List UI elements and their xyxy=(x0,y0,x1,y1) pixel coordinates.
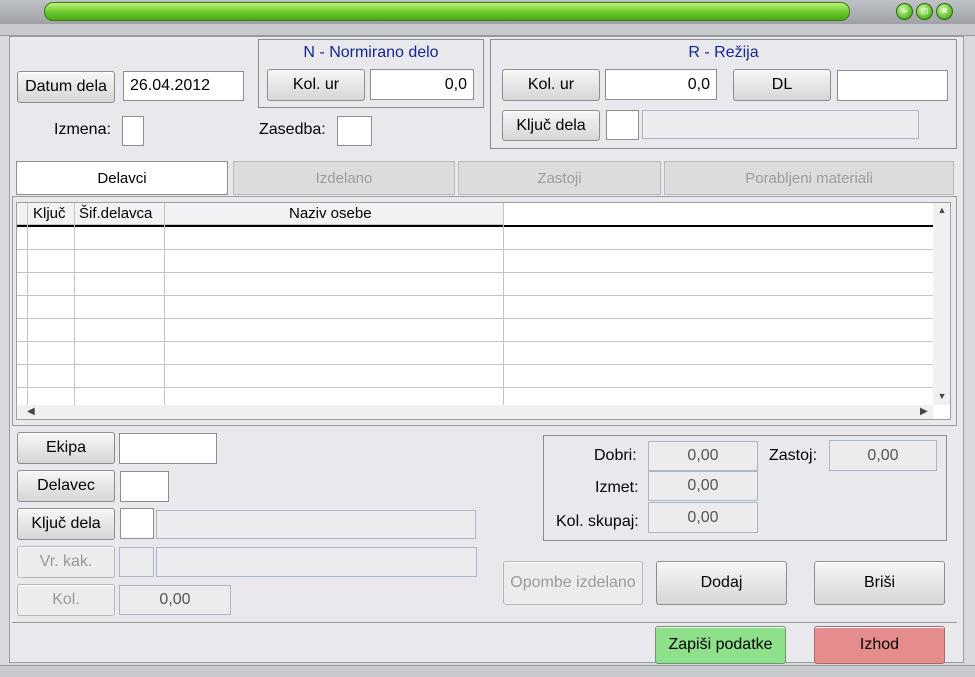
datum-dela-button[interactable]: Datum dela xyxy=(17,71,115,103)
rezija-kljuc-dela-button[interactable]: Ključ dela xyxy=(502,110,600,141)
grid-col-divider xyxy=(164,203,165,405)
scroll-up-icon[interactable]: ▲ xyxy=(935,205,949,215)
scroll-right-icon[interactable]: ▶ xyxy=(920,406,928,417)
tab-zastoji[interactable]: Zastoji xyxy=(458,161,661,195)
brisi-button[interactable]: Briši xyxy=(814,561,945,605)
kol-skupaj-label: Kol. skupaj: xyxy=(556,513,639,530)
kljuc-dela-button[interactable]: Ključ dela xyxy=(17,508,115,540)
kol-button[interactable]: Kol. xyxy=(17,584,115,616)
zasedba-field[interactable] xyxy=(337,116,372,146)
grid-col-divider xyxy=(27,203,28,405)
dobri-field: 0,00 xyxy=(648,441,758,471)
dl-button[interactable]: DL xyxy=(733,69,831,101)
vr-kak-button[interactable]: Vr. kak. xyxy=(17,546,115,578)
table-row[interactable] xyxy=(17,272,933,273)
table-row[interactable] xyxy=(17,318,933,319)
grid-col-divider xyxy=(503,203,504,405)
zapisi-podatke-button[interactable]: Zapiši podatke xyxy=(655,626,786,664)
delavci-grid[interactable]: Ključ Šif.delavca Naziv osebe ▲ ▼ ◀ ▶ xyxy=(16,202,951,420)
table-row[interactable] xyxy=(17,341,933,342)
table-row[interactable] xyxy=(17,295,933,296)
grid-column-header[interactable]: Ključ xyxy=(33,203,66,225)
kljuc-dela-desc xyxy=(156,510,476,539)
dodaj-button[interactable]: Dodaj xyxy=(656,561,787,605)
normirano-kol-ur-field[interactable]: 0,0 xyxy=(370,69,474,100)
grid-column-header[interactable]: Naziv osebe xyxy=(289,203,372,225)
table-row[interactable] xyxy=(17,364,933,365)
delavec-button[interactable]: Delavec xyxy=(17,470,115,502)
normirano-kol-ur-button[interactable]: Kol. ur xyxy=(267,69,365,101)
scroll-down-icon[interactable]: ▼ xyxy=(935,391,949,401)
rezija-kol-ur-button[interactable]: Kol. ur xyxy=(502,69,600,101)
menu-strip xyxy=(0,24,975,36)
horizontal-scrollbar[interactable] xyxy=(17,405,933,419)
scroll-left-icon[interactable]: ◀ xyxy=(27,406,35,417)
izmet-field: 0,00 xyxy=(648,471,758,501)
table-row[interactable] xyxy=(17,387,933,388)
minimize-icon[interactable]: – xyxy=(896,3,913,20)
delavec-field[interactable] xyxy=(120,471,169,502)
normirano-title: N - Normirano delo xyxy=(303,44,439,61)
rezija-title: R - Režija xyxy=(688,44,759,61)
rezija-kol-ur-field[interactable]: 0,0 xyxy=(605,69,717,100)
tab-porabljeni-materiali[interactable]: Porabljeni materiali xyxy=(664,161,954,195)
vertical-scrollbar[interactable] xyxy=(933,203,950,405)
table-row[interactable] xyxy=(17,249,933,250)
kol-field: 0,00 xyxy=(119,585,231,615)
izmena-field[interactable] xyxy=(122,116,144,146)
kol-skupaj-field: 0,00 xyxy=(648,502,758,533)
ekipa-button[interactable]: Ekipa xyxy=(17,432,115,464)
vr-kak-desc xyxy=(156,547,477,577)
zastoj-field: 0,00 xyxy=(829,440,937,471)
izmena-label: Izmena: xyxy=(54,121,111,138)
title-bar-caption[interactable] xyxy=(44,2,850,21)
grid-col-divider xyxy=(74,203,75,405)
ekipa-field[interactable] xyxy=(119,433,217,464)
datum-dela-field[interactable]: 26.04.2012 xyxy=(123,71,244,101)
close-icon[interactable]: × xyxy=(936,3,953,20)
tab-izdelano[interactable]: Izdelano xyxy=(233,161,455,195)
footer-divider xyxy=(12,622,957,623)
zasedba-label: Zasedba: xyxy=(259,121,326,138)
status-bar xyxy=(0,665,975,677)
grid-column-header[interactable]: Šif.delavca xyxy=(79,203,152,225)
tab-delavci[interactable]: Delavci xyxy=(16,161,228,195)
vr-kak-code xyxy=(119,547,154,577)
kljuc-dela-code[interactable] xyxy=(120,508,154,539)
rezija-kljuc-dela-desc xyxy=(642,110,919,139)
izmet-label: Izmet: xyxy=(595,479,639,496)
rezija-kljuc-dela-code[interactable] xyxy=(606,110,639,140)
izhod-button[interactable]: Izhod xyxy=(814,626,945,664)
grid-header-separator xyxy=(17,225,933,227)
zastoj-label: Zastoj: xyxy=(769,447,818,464)
opombe-izdelano-button[interactable]: Opombe izdelano xyxy=(503,561,643,605)
dl-field[interactable] xyxy=(837,70,948,101)
maximize-icon[interactable]: □ xyxy=(916,3,933,20)
dobri-label: Dobri: xyxy=(594,447,637,464)
